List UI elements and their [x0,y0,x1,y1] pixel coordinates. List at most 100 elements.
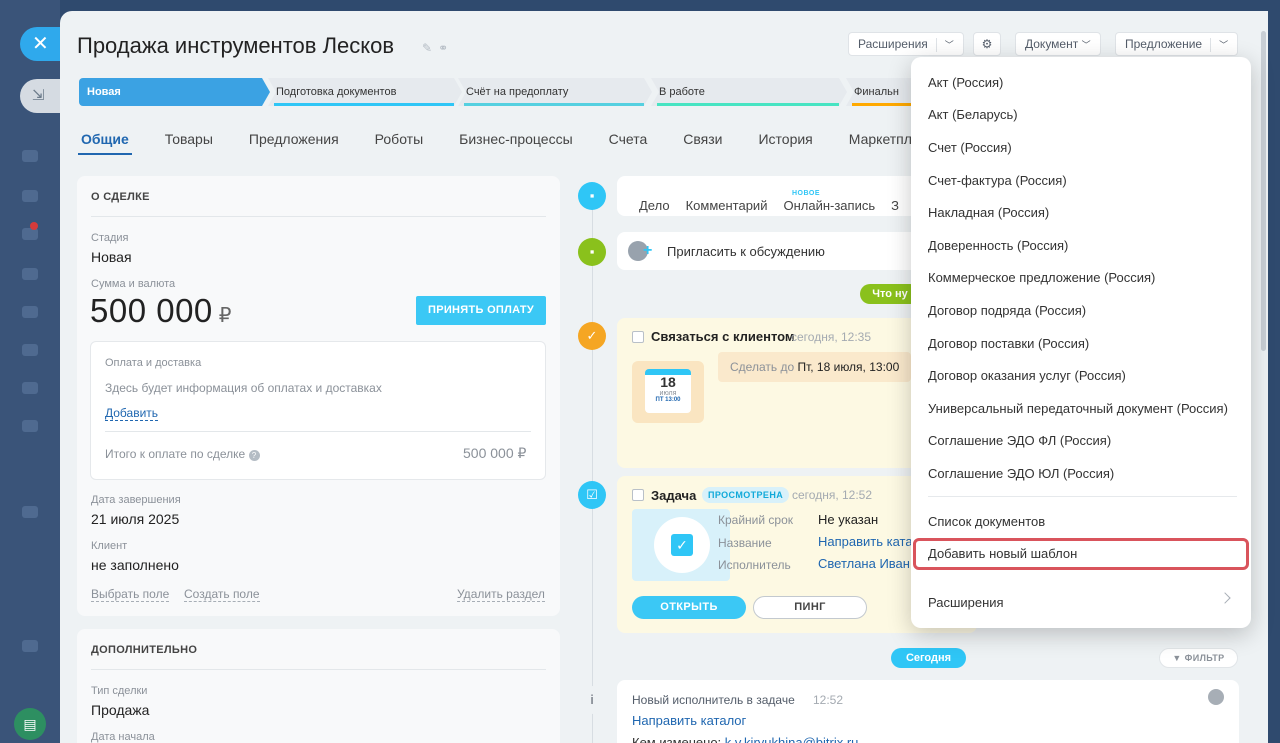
ping-button[interactable]: ПИНГ [753,596,867,619]
menu-item[interactable]: Акт (Россия) [928,75,1003,90]
menu-item[interactable]: Соглашение ЭДО ЮЛ (Россия) [928,466,1114,481]
create-field-link[interactable]: Создать поле [184,587,260,602]
tab-offers[interactable]: Предложения [246,131,342,147]
menu-item[interactable]: Счет-фактура (Россия) [928,173,1067,188]
open-task-button[interactable]: ОТКРЫТЬ [632,596,746,619]
add-payment-link[interactable]: Добавить [105,406,159,421]
menu-item[interactable]: Доверенность (Россия) [928,238,1068,253]
menu-item-doc-list[interactable]: Список документов [928,514,1045,529]
stage-field-value[interactable]: Новая [91,249,132,265]
task-assignee-link[interactable]: Светлана Иван [818,556,910,571]
total-label-text: Итого к оплате по сделке [105,447,246,461]
divider [91,669,546,670]
chevron-down-icon: ﹀ [1219,40,1229,50]
rail-icon[interactable] [22,306,38,318]
amount-value: 500 000 [90,292,213,329]
stage-new[interactable]: Новая [79,78,270,106]
menu-item[interactable]: Договор подряда (Россия) [928,303,1086,318]
tab-history[interactable]: История [755,131,815,147]
link-icon[interactable]: ⚭ [438,41,454,55]
stage-label: Подготовка документов [276,86,397,98]
client-value[interactable]: не заполнено [91,557,179,573]
deal-amount[interactable]: 500 000 ₽ [90,292,232,330]
document-label: Документ [1025,37,1079,51]
task-name-link[interactable]: Направить ката [818,534,913,549]
rail-icon[interactable] [22,382,38,394]
menu-item[interactable]: Акт (Беларусь) [928,107,1018,122]
tab-invoices[interactable]: Счета [606,131,651,147]
tab-links[interactable]: Связи [680,131,725,147]
log-link[interactable]: Направить каталог [632,713,746,728]
chevron-down-icon: ﹀ [944,40,954,50]
tab-products[interactable]: Товары [162,131,216,147]
stage-prepay[interactable]: Счёт на предоплату [458,78,652,106]
client-label: Клиент [91,540,128,552]
deadline-chip[interactable]: Сделать до Пт, 18 июля, 13:00 [718,352,912,382]
stage-color-line [464,103,644,106]
menu-item[interactable]: Соглашение ЭДО ФЛ (Россия) [928,433,1111,448]
stage-label: Финальн [854,86,899,98]
activity-title[interactable]: Связаться с клиентом [651,329,795,344]
rail-icon[interactable] [22,506,38,518]
rail-icon[interactable] [22,640,38,652]
rail-icon[interactable] [22,344,38,356]
task-assignee-label: Исполнитель [718,558,791,572]
menu-item[interactable]: Договор оказания услуг (Россия) [928,368,1126,383]
calendar-icon: 18 июля ПТ 13:00 [632,361,704,423]
tab-general[interactable]: Общие [78,131,132,155]
help-icon[interactable]: ? [248,450,260,461]
printer-icon: ▤ [23,716,37,732]
close-date-value[interactable]: 21 июля 2025 [91,511,179,527]
rail-icon[interactable] [22,190,38,202]
accept-payment-button[interactable]: ПРИНЯТЬ ОПЛАТУ [416,296,546,325]
timeline-tab-comment[interactable]: Комментарий [686,198,768,213]
timeline-tab-booking[interactable]: Онлайн-запись [783,198,875,213]
divider [91,216,546,217]
stage-in-work[interactable]: В работе [651,78,847,106]
menu-item[interactable]: Договор поставки (Россия) [928,336,1089,351]
tab-robots[interactable]: Роботы [372,131,426,147]
menu-item[interactable]: Счет (Россия) [928,140,1012,155]
rail-icon[interactable] [22,268,38,280]
rail-icon[interactable] [22,420,38,432]
delete-section-link[interactable]: Удалить раздел [457,587,545,602]
minimize-icon: ⇲ [32,87,45,104]
offer-button[interactable]: Предложение ﹀ [1115,32,1239,56]
minimize-slider-button[interactable]: ⇲ [20,79,64,113]
scrollbar[interactable] [1261,31,1266,351]
document-button[interactable]: Документ ﹀ [1015,32,1101,56]
tab-bizproc[interactable]: Бизнес-процессы [456,131,575,147]
log-changed: Кем изменено: k.v.kiryukhina@bitrix.ru [632,735,858,743]
extensions-button[interactable]: Расширения ﹀ [848,32,964,56]
stage-docs[interactable]: Подготовка документов [268,78,462,106]
deal-type-value[interactable]: Продажа [91,702,149,718]
offer-label: Предложение [1125,37,1203,51]
menu-item[interactable]: Накладная (Россия) [928,205,1049,220]
timeline-tab-deal[interactable]: Дело [639,198,670,213]
timeline-discussion-icon: ▪ [578,238,606,266]
log-entry [617,680,1239,743]
menu-item-extensions[interactable]: Расширения [928,595,1004,610]
task-name-label: Название [718,536,772,550]
task-checkbox-icon: ✓ [671,534,693,556]
filter-button[interactable]: ▼ ФИЛЬТР [1159,648,1238,668]
settings-button[interactable]: ⚙ [973,32,1001,56]
task-title[interactable]: Задача [651,488,696,503]
choose-field-link[interactable]: Выбрать поле [91,587,170,602]
task-checkbox[interactable] [632,489,644,501]
payment-title: Оплата и доставка [105,357,202,369]
rail-icon[interactable] [22,150,38,162]
menu-item-add-template[interactable]: Добавить новый шаблон [928,546,1077,561]
page-title: Продажа инструментов Лесков [77,33,395,58]
edit-icon[interactable]: ✎ [422,41,438,55]
log-time: 12:52 [813,693,844,707]
print-button[interactable]: ▤ [14,708,46,740]
timeline-tab-more[interactable]: З [891,198,899,213]
notification-badge [30,222,38,230]
rail-icon[interactable] [22,228,38,240]
activity-checkbox[interactable] [632,331,644,343]
document-dropdown-menu: Акт (Россия) Акт (Беларусь) Счет (Россия… [911,57,1251,628]
menu-item[interactable]: Универсальный передаточный документ (Рос… [928,401,1228,416]
menu-item[interactable]: Коммерческое предложение (Россия) [928,270,1155,285]
log-changed-link[interactable]: k.v.kiryukhina@bitrix.ru [725,735,859,743]
